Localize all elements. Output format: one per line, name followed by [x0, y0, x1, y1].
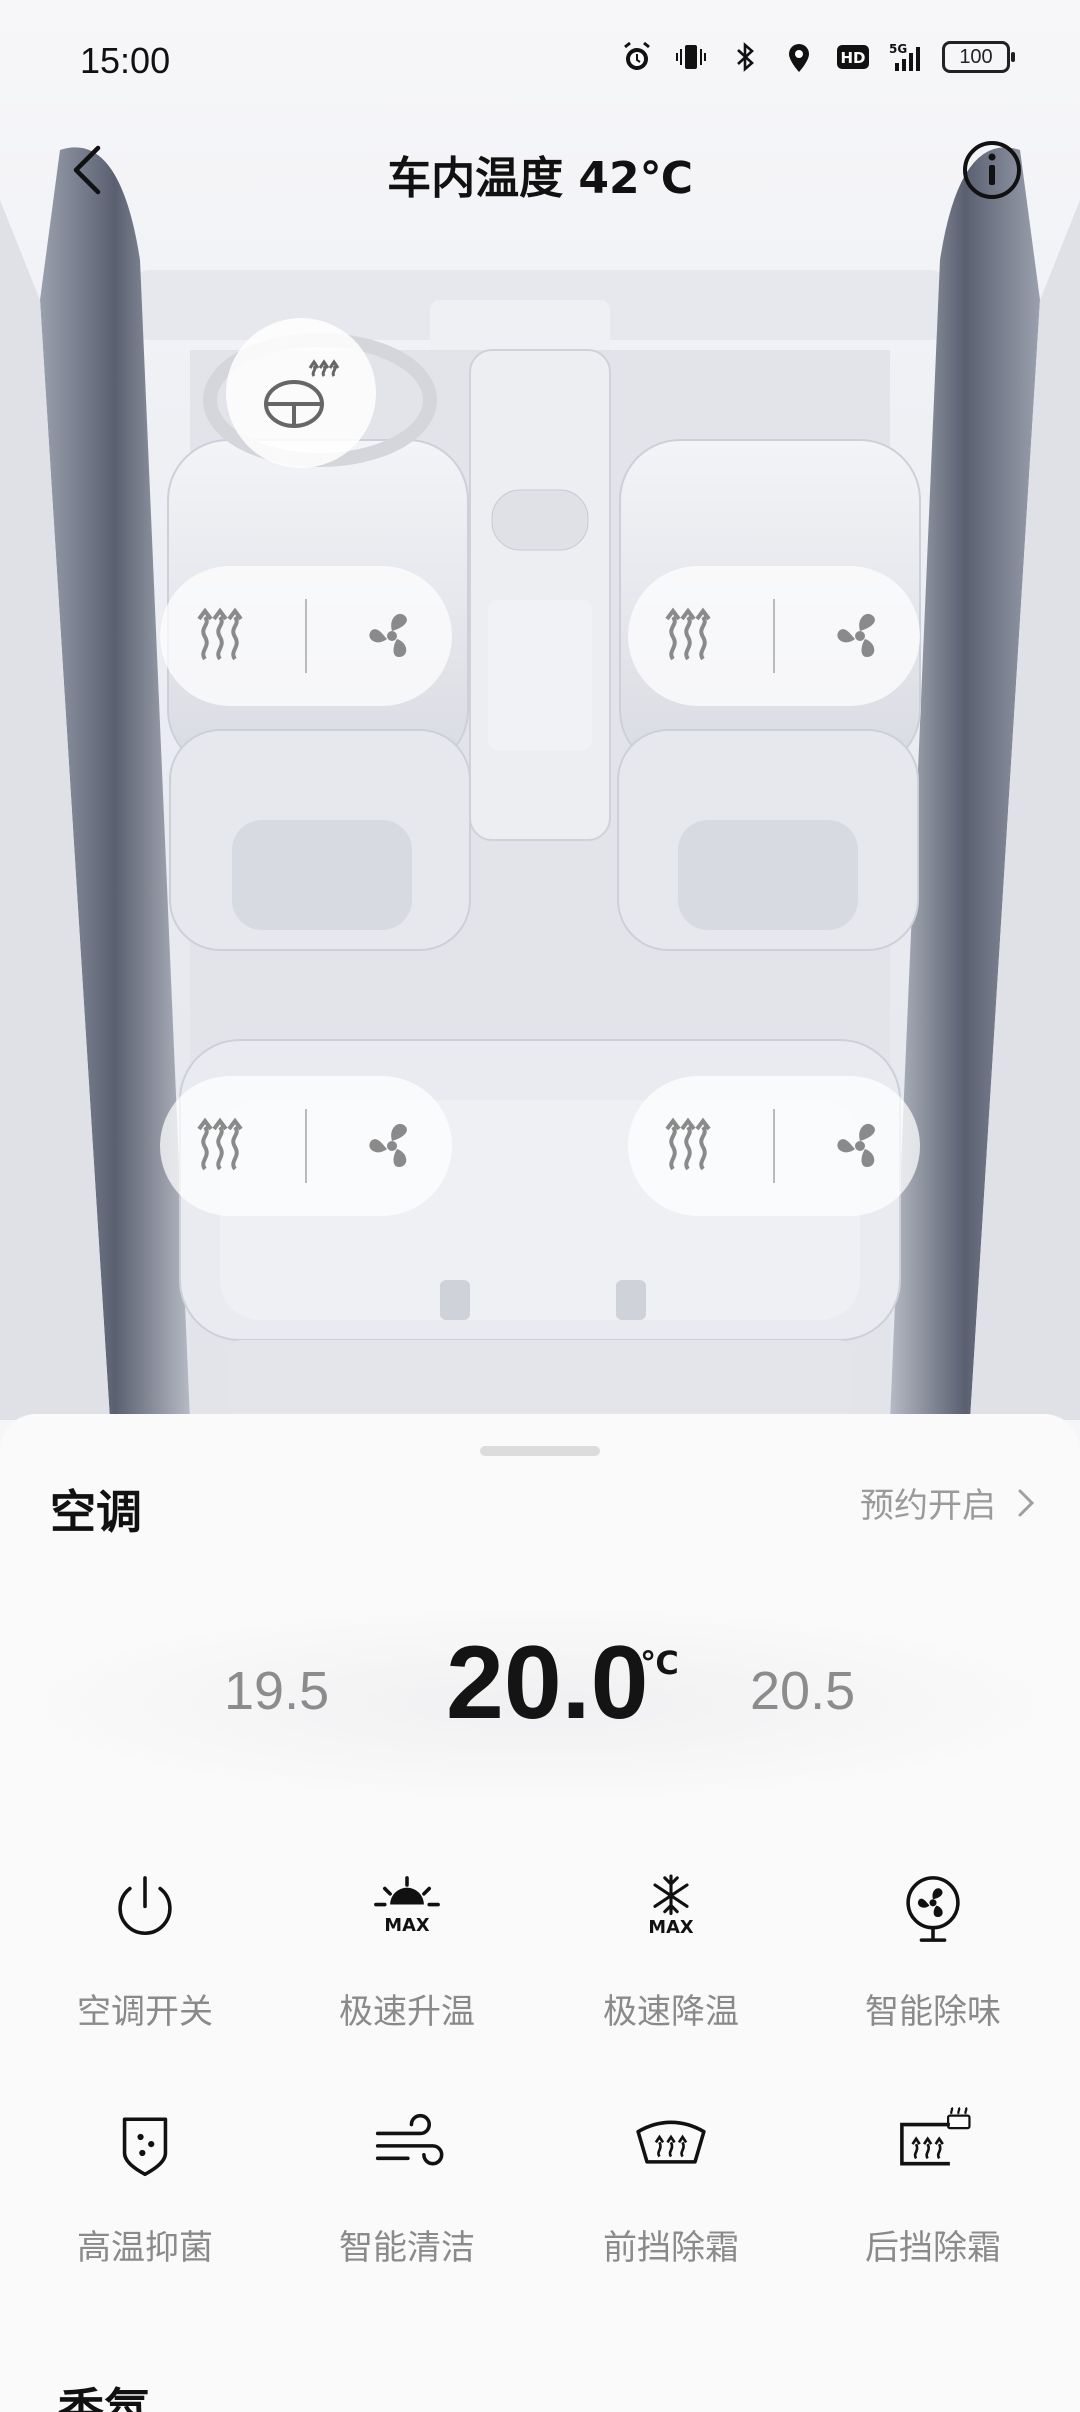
seat-heat-icon[interactable] [653, 1111, 723, 1181]
clean-button[interactable]: 智能清洁 [272, 2100, 542, 2290]
battery-icon: 100 [942, 41, 1015, 73]
rear-defrost-icon [888, 2100, 978, 2190]
temp-prev[interactable]: 19.5 [224, 1660, 329, 1722]
svg-text:HD: HD [840, 49, 865, 67]
sterilize-button[interactable]: 高温抑菌 [10, 2100, 280, 2290]
clean-label: 智能清洁 [339, 2228, 475, 2268]
vibrate-icon [672, 38, 710, 76]
nav-bar: 车内温度 42℃ [0, 120, 1080, 220]
seat-heat-icon[interactable] [185, 1111, 255, 1181]
front-defrost-label: 前挡除霜 [603, 2228, 739, 2268]
seat-control-front-right [628, 566, 920, 706]
chevron-right-icon [1018, 1489, 1035, 1516]
seat-vent-icon[interactable] [357, 1111, 427, 1181]
ac-panel: 空调 预约开启 19.5 20.0 ℃ 20.5 空调开关 MAX 极速升温 M… [0, 1414, 1080, 2412]
ac-power-button[interactable]: 空调开关 [10, 1864, 280, 2054]
divider [305, 1109, 307, 1183]
sterilize-label: 高温抑菌 [77, 2228, 213, 2268]
temp-current: 20.0 [446, 1625, 649, 1741]
svg-text:MAX: MAX [648, 1918, 693, 1938]
max-heat-icon: MAX [362, 1864, 452, 1954]
seat-control-front-left [160, 566, 452, 706]
temp-unit: ℃ [640, 1644, 679, 1682]
deodorize-button[interactable]: 智能除味 [798, 1864, 1068, 2054]
seat-heat-icon[interactable] [653, 601, 723, 671]
sterilize-icon [100, 2100, 190, 2190]
deodorize-icon [888, 1864, 978, 1954]
alarm-icon [618, 38, 656, 76]
max-heat-label: 极速升温 [339, 1992, 475, 2032]
clean-icon [362, 2100, 452, 2190]
seat-vent-icon[interactable] [357, 601, 427, 671]
rear-defrost-button[interactable]: 后挡除霜 [798, 2100, 1068, 2290]
info-icon [963, 141, 1021, 199]
status-bar: 15:00 HD 5G 100 [0, 0, 1080, 120]
status-icons: HD 5G 100 [618, 38, 1015, 76]
max-cool-button[interactable]: MAX 极速降温 [536, 1864, 806, 2054]
front-defrost-button[interactable]: 前挡除霜 [536, 2100, 806, 2290]
divider [773, 1109, 775, 1183]
ac-title: 空调 [50, 1485, 142, 1539]
schedule-button[interactable]: 预约开启 [860, 1478, 1040, 1527]
svg-text:MAX: MAX [384, 1916, 429, 1936]
front-defrost-icon [626, 2100, 716, 2190]
schedule-label: 预约开启 [860, 1486, 996, 1526]
divider [305, 599, 307, 673]
seat-vent-icon[interactable] [825, 1111, 895, 1181]
max-heat-button[interactable]: MAX 极速升温 [272, 1864, 542, 2054]
max-cool-icon: MAX [626, 1864, 716, 1954]
temp-next[interactable]: 20.5 [750, 1660, 855, 1722]
seat-control-rear-right [628, 1076, 920, 1216]
page-title: 车内温度 42℃ [387, 153, 693, 204]
steering-wheel-heat-icon [264, 359, 340, 428]
max-cool-label: 极速降温 [603, 1992, 739, 2032]
signal-5g-icon: 5G [888, 38, 926, 76]
battery-level: 100 [959, 45, 993, 68]
seat-control-rear-left [160, 1076, 452, 1216]
fragrance-title: 香氛 [58, 2383, 150, 2412]
deodorize-label: 智能除味 [865, 1992, 1001, 2032]
info-button[interactable] [960, 138, 1024, 202]
bluetooth-icon [726, 38, 764, 76]
location-icon [780, 38, 818, 76]
seat-heat-icon[interactable] [185, 601, 255, 671]
status-time: 15:00 [80, 40, 171, 81]
sheet-handle[interactable] [480, 1446, 600, 1456]
power-icon [100, 1864, 190, 1954]
steering-heat-button[interactable] [226, 318, 376, 468]
rear-defrost-label: 后挡除霜 [865, 2228, 1001, 2268]
temperature-picker[interactable]: 19.5 20.0 ℃ 20.5 [0, 1604, 1080, 1804]
hd-icon: HD [834, 38, 872, 76]
ac-power-label: 空调开关 [77, 1992, 213, 2032]
svg-text:5G: 5G [889, 42, 907, 56]
seat-vent-icon[interactable] [825, 601, 895, 671]
divider [773, 599, 775, 673]
